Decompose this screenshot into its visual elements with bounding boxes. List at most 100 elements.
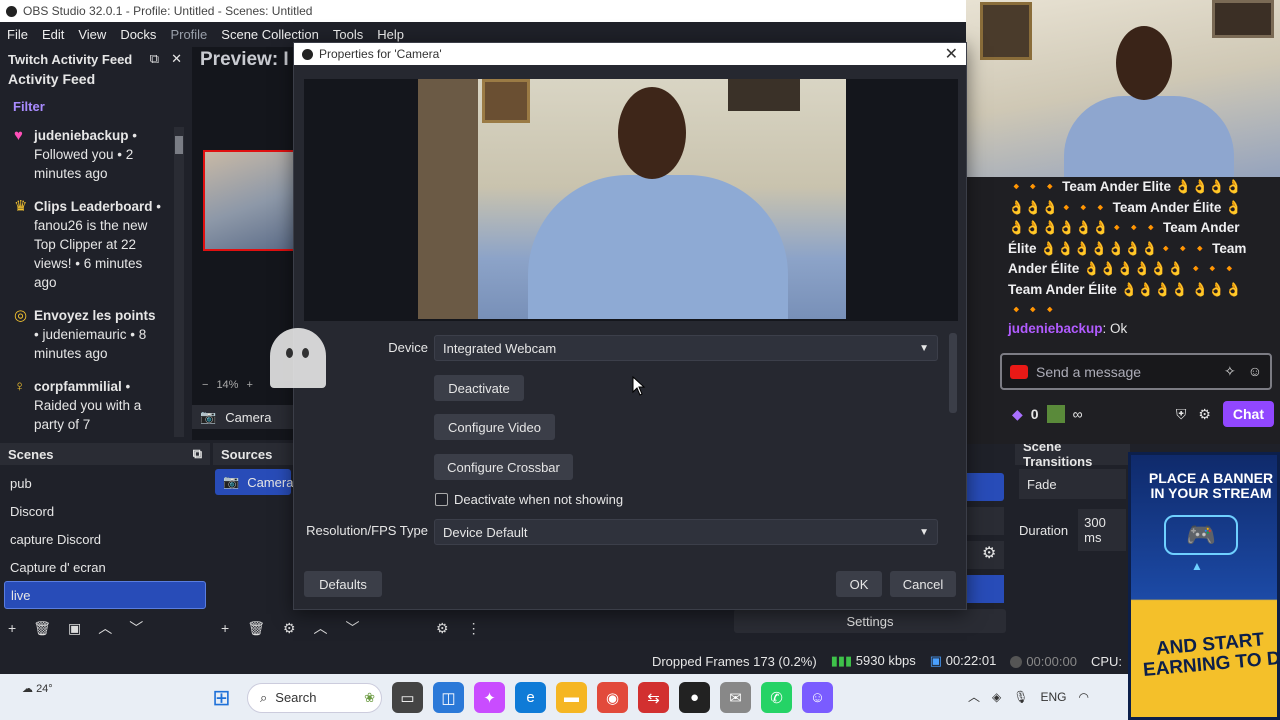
chrome-icon[interactable]: ◉ xyxy=(597,682,628,713)
cancel-button[interactable]: Cancel xyxy=(890,571,956,597)
discord-icon[interactable]: ☺ xyxy=(802,682,833,713)
more-options-icon[interactable]: ⋮ xyxy=(467,620,481,637)
scene-item[interactable]: capture Discord xyxy=(4,525,206,553)
move-up-icon[interactable]: ︿ xyxy=(314,618,328,638)
tray-app-icon[interactable]: ◈ xyxy=(992,690,1001,704)
menu-help[interactable]: Help xyxy=(370,27,411,42)
dialog-scrollbar[interactable] xyxy=(949,333,957,413)
menu-profile[interactable]: Profile xyxy=(163,27,214,42)
chat-button[interactable]: Chat xyxy=(1222,401,1274,427)
ad-banner[interactable]: PLACE A BANNER IN YOUR STREAM 🎮 ▲ AND ST… xyxy=(1128,452,1280,720)
menu-view[interactable]: View xyxy=(71,27,113,42)
move-down-icon[interactable]: ﹀ xyxy=(346,618,360,638)
microphone-icon[interactable]: 🎙 xyxy=(1013,690,1028,704)
menu-tools[interactable]: Tools xyxy=(326,27,370,42)
device-select[interactable]: Integrated Webcam ▼ xyxy=(434,335,938,361)
obs-taskbar-icon[interactable]: ● xyxy=(679,682,710,713)
chat-text: : Ok xyxy=(1102,321,1128,336)
emote-image xyxy=(1046,405,1065,423)
scene-item-selected[interactable]: live xyxy=(4,581,206,609)
settings-button[interactable]: Settings xyxy=(734,609,1006,633)
bits-icon[interactable]: ◆ xyxy=(1012,406,1023,423)
scene-item[interactable]: Capture d' ecran xyxy=(4,553,206,581)
infinity-icon: ∞ xyxy=(1072,406,1083,422)
zoom-out-icon[interactable]: − xyxy=(202,379,208,391)
scene-item[interactable]: pub xyxy=(4,469,206,497)
app-icon[interactable]: ✉ xyxy=(720,682,751,713)
remove-source-icon[interactable]: 🗑 xyxy=(247,620,265,637)
shield-icon[interactable]: ⛨ xyxy=(1176,406,1187,423)
configure-crossbar-button[interactable]: Configure Crossbar xyxy=(434,454,573,480)
start-streaming-button[interactable] xyxy=(966,473,1004,501)
obs-logo-icon xyxy=(6,5,17,17)
file-explorer-icon[interactable]: ▬ xyxy=(556,682,587,713)
person-body-image xyxy=(528,175,788,319)
status-bar: Dropped Frames 173 (0.2%) ▮▮▮ 5930 kbps … xyxy=(0,648,1130,674)
remove-scene-icon[interactable]: 🗑 xyxy=(33,620,51,637)
emote-icon[interactable]: ☺ xyxy=(1248,363,1262,380)
close-icon[interactable]: ✕ xyxy=(945,44,966,64)
move-up-icon[interactable]: ︿ xyxy=(98,618,112,638)
start-recording-button[interactable] xyxy=(966,507,1004,535)
move-down-icon[interactable]: ﹀ xyxy=(129,618,143,638)
windows-taskbar: ☁ 24° ⊞ ⌕ Search ❀ ▭ ◫ ✦ e ▬ ◉ ⇆ ● ✉ ✆ ☺… xyxy=(0,674,1130,720)
mixer-settings-icon[interactable]: ⚙ xyxy=(436,620,449,637)
chat-input[interactable]: Send a message ✧ ☺ xyxy=(1000,353,1272,390)
windows-start-icon[interactable]: ⊞ xyxy=(206,682,237,713)
menu-scene-collection[interactable]: Scene Collection xyxy=(214,27,326,42)
menu-docks[interactable]: Docks xyxy=(113,27,163,42)
dropped-frames: Dropped Frames 173 (0.2%) xyxy=(651,653,817,669)
menu-edit[interactable]: Edit xyxy=(35,27,71,42)
preview-camera-source[interactable] xyxy=(203,150,295,251)
copilot-icon[interactable]: ✦ xyxy=(474,682,505,713)
resolution-select[interactable]: Device Default ▼ xyxy=(434,519,938,545)
zoom-in-icon[interactable]: + xyxy=(246,379,252,391)
defaults-button[interactable]: Defaults xyxy=(304,571,382,597)
wall-frame-image xyxy=(482,79,530,123)
magic-icon[interactable]: ✧ xyxy=(1224,363,1236,380)
activity-feed-subtitle: Activity Feed xyxy=(8,71,96,87)
scene-filters-icon[interactable]: ▣ xyxy=(68,620,81,637)
search-label: Search xyxy=(275,690,317,705)
activity-feed-header: Twitch Activity Feed ⧉ ✕ xyxy=(0,47,190,71)
studio-mode-button[interactable] xyxy=(966,575,1004,603)
duration-input[interactable]: 300 ms xyxy=(1078,509,1126,551)
feed-item: ♥ judeniebackup • Followed you • 2 minut… xyxy=(0,120,190,191)
close-dock-icon[interactable]: ✕ xyxy=(171,51,182,67)
language-indicator[interactable]: ENG xyxy=(1040,690,1066,704)
window-title: OBS Studio 32.0.1 - Profile: Untitled - … xyxy=(23,4,313,18)
tray-chevron-icon[interactable]: ︿ xyxy=(968,688,980,705)
store-icon[interactable]: ◫ xyxy=(433,682,464,713)
preview-label: Preview: I xyxy=(200,49,289,70)
resolution-value: Device Default xyxy=(443,524,528,540)
task-view-icon[interactable]: ▭ xyxy=(392,682,423,713)
source-item[interactable]: 📷 Camera xyxy=(215,469,293,495)
deactivate-button[interactable]: Deactivate xyxy=(434,375,524,401)
scene-item[interactable]: Discord xyxy=(4,497,206,525)
source-toolbar: 📷 Camera xyxy=(192,405,296,429)
gear-icon[interactable]: ⚙ xyxy=(982,543,996,563)
ok-button[interactable]: OK xyxy=(836,571,882,597)
filter-button[interactable]: Filter xyxy=(0,93,190,120)
app-red-icon[interactable]: ⇆ xyxy=(638,682,669,713)
edge-icon[interactable]: e xyxy=(515,682,546,713)
chat-username[interactable]: judeniebackup xyxy=(1008,321,1103,336)
wall-frame-image xyxy=(1212,0,1274,38)
checkbox-box[interactable] xyxy=(435,493,448,506)
wifi-icon[interactable]: ◠ xyxy=(1079,690,1089,704)
source-properties-icon[interactable]: ⚙ xyxy=(283,620,296,637)
feed-scrollbar[interactable] xyxy=(174,127,184,437)
float-dock-icon[interactable]: ⧉ xyxy=(150,51,159,67)
deactivate-when-hidden-checkbox[interactable]: Deactivate when not showing xyxy=(435,492,623,507)
weather-widget[interactable]: ☁ 24° xyxy=(22,682,53,695)
gear-icon[interactable]: ⚙ xyxy=(1198,406,1211,423)
feed-item: ◎ Envoyez les points • judeniemauric • 8… xyxy=(0,300,190,371)
taskbar-search[interactable]: ⌕ Search ❀ xyxy=(247,682,382,713)
add-source-icon[interactable]: + xyxy=(221,620,229,636)
whatsapp-icon[interactable]: ✆ xyxy=(761,682,792,713)
menu-file[interactable]: File xyxy=(0,27,35,42)
transition-select[interactable]: Fade xyxy=(1019,469,1126,499)
float-dock-icon[interactable]: ⧉ xyxy=(193,446,202,462)
add-scene-icon[interactable]: + xyxy=(8,620,16,636)
configure-video-button[interactable]: Configure Video xyxy=(434,414,555,440)
